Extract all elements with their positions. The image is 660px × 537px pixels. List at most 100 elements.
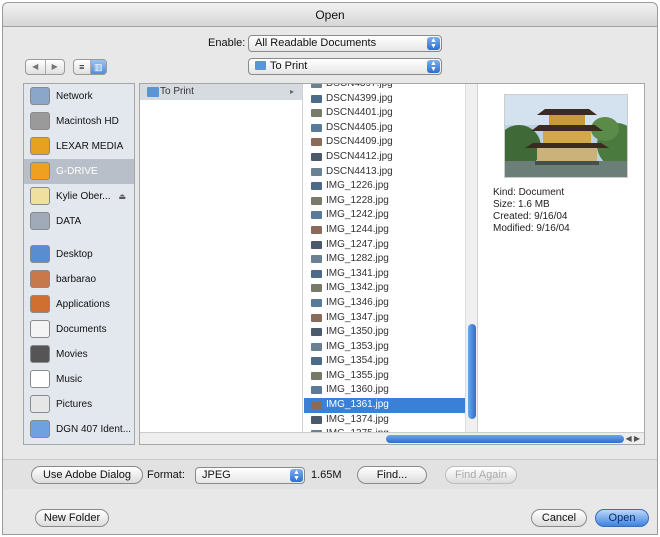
eject-icon[interactable]: ⏏ <box>118 184 126 209</box>
forward-button[interactable]: ▶ <box>44 60 65 74</box>
image-file-icon <box>311 138 322 147</box>
file-row[interactable]: IMG_1354.jpg <box>304 354 477 369</box>
file-name: IMG_1350.jpg <box>326 326 389 338</box>
popup-arrows-icon: ▲ ▼ <box>427 60 440 73</box>
image-file-icon <box>311 371 322 380</box>
vertical-scrollbar[interactable] <box>465 84 477 434</box>
file-name: IMG_1341.jpg <box>326 267 389 279</box>
image-file-icon <box>311 415 322 424</box>
format-select-value: JPEG <box>202 469 231 481</box>
format-label: Format: <box>147 469 185 481</box>
file-row[interactable]: IMG_1282.jpg <box>304 252 477 267</box>
scroll-arrows-icon[interactable]: ◀ ▶ <box>625 433 640 444</box>
pagoda-image <box>505 95 627 177</box>
file-row[interactable]: DSCN4405.jpg <box>304 121 477 136</box>
sidebar-item-pictures[interactable]: Pictures <box>24 392 134 417</box>
sidebar-item-data[interactable]: DATA <box>24 209 134 234</box>
open-dialog: Open Enable: All Readable Documents ▲ ▼ ◀… <box>2 2 658 535</box>
sidebar-item-documents[interactable]: Documents <box>24 317 134 342</box>
documents-icon <box>30 320 50 338</box>
find-again-button[interactable]: Find Again <box>445 466 517 484</box>
image-file-icon <box>311 196 322 205</box>
horizontal-scrollbar[interactable]: ◀ ▶ <box>140 432 644 444</box>
format-select[interactable]: JPEG ▲ ▼ <box>195 467 305 484</box>
sidebar-item-label: Desktop <box>56 249 93 260</box>
sidebar-item-network[interactable]: Network <box>24 84 134 109</box>
image-file-icon <box>311 94 322 103</box>
ipod-icon <box>30 187 50 205</box>
file-row[interactable]: IMG_1247.jpg <box>304 238 477 253</box>
cancel-button[interactable]: Cancel <box>531 509 587 527</box>
sidebar-item-label: LEXAR MEDIA <box>56 141 124 152</box>
file-row[interactable]: DSCN4399.jpg <box>304 92 477 107</box>
folder-row-label: To Print <box>160 86 194 97</box>
file-row[interactable]: DSCN4413.jpg <box>304 165 477 180</box>
scrollbar-thumb[interactable] <box>386 435 624 443</box>
sidebar-item-barbarao[interactable]: barbarao <box>24 267 134 292</box>
browser-column-1: To Print ▸ <box>140 84 303 434</box>
folder-row-to-print[interactable]: To Print ▸ <box>140 84 302 100</box>
use-adobe-dialog-button[interactable]: Use Adobe Dialog <box>31 466 143 484</box>
file-row[interactable]: IMG_1244.jpg <box>304 223 477 238</box>
file-name: DSCN4399.jpg <box>326 92 393 104</box>
image-file-icon <box>311 328 322 337</box>
drive-icon <box>30 162 50 180</box>
folder-icon <box>255 61 266 70</box>
list-view-button[interactable]: ≡ <box>74 60 90 74</box>
sidebar-item-dgn-407-ident[interactable]: DGN 407 Ident... <box>24 417 134 442</box>
file-row[interactable]: IMG_1350.jpg <box>304 325 477 340</box>
image-file-icon <box>311 240 322 249</box>
network-icon <box>30 87 50 105</box>
open-button[interactable]: Open <box>595 509 649 527</box>
sidebar-item-movies[interactable]: Movies <box>24 342 134 367</box>
file-row[interactable]: IMG_1346.jpg <box>304 296 477 311</box>
scrollbar-thumb[interactable] <box>468 324 476 419</box>
file-row[interactable]: IMG_1228.jpg <box>304 194 477 209</box>
sidebar-item-label: DATA <box>56 216 82 227</box>
enable-select[interactable]: All Readable Documents ▲ ▼ <box>248 35 442 52</box>
sidebar-item-macintosh-hd[interactable]: Macintosh HD <box>24 109 134 134</box>
image-file-icon <box>311 401 322 410</box>
file-row[interactable]: IMG_1342.jpg <box>304 281 477 296</box>
enable-label: Enable: <box>208 37 246 49</box>
sidebar-item-music[interactable]: Music <box>24 367 134 392</box>
movies-icon <box>30 345 50 363</box>
file-row[interactable]: IMG_1353.jpg <box>304 340 477 355</box>
sidebar-item-g-drive[interactable]: G-DRIVE <box>24 159 134 184</box>
file-name: IMG_1228.jpg <box>326 194 389 206</box>
sidebar-item-applications[interactable]: Applications <box>24 292 134 317</box>
column-view-button[interactable]: ▥ <box>89 60 106 74</box>
info-modified: Modified: 9/16/04 <box>493 223 570 234</box>
file-row[interactable]: DSCN4397.jpg <box>304 84 477 92</box>
sidebar-item-lexar-media[interactable]: LEXAR MEDIA <box>24 134 134 159</box>
file-row[interactable]: IMG_1242.jpg <box>304 208 477 223</box>
new-folder-button[interactable]: New Folder <box>35 509 109 527</box>
back-button[interactable]: ◀ <box>26 60 45 74</box>
music-icon <box>30 370 50 388</box>
file-row[interactable]: DSCN4412.jpg <box>304 150 477 165</box>
file-row[interactable]: DSCN4401.jpg <box>304 106 477 121</box>
file-info: Kind: Document Size: 1.6 MB Created: 9/1… <box>493 187 570 235</box>
file-row[interactable]: IMG_1341.jpg <box>304 267 477 282</box>
file-name: IMG_1347.jpg <box>326 311 389 323</box>
file-name: IMG_1342.jpg <box>326 282 389 294</box>
file-row[interactable]: IMG_1347.jpg <box>304 311 477 326</box>
sidebar-item-label: Movies <box>56 349 88 360</box>
file-row[interactable]: IMG_1374.jpg <box>304 413 477 428</box>
sidebar-item-label: barbarao <box>56 274 97 285</box>
file-row[interactable]: IMG_1355.jpg <box>304 369 477 384</box>
enable-row: Enable: All Readable Documents ▲ ▼ <box>3 35 657 53</box>
image-file-icon <box>311 284 322 293</box>
file-row[interactable]: DSCN4409.jpg <box>304 135 477 150</box>
file-row[interactable]: IMG_1226.jpg <box>304 179 477 194</box>
image-preview <box>504 94 628 178</box>
find-button[interactable]: Find... <box>357 466 427 484</box>
back-forward-buttons: ◀ ▶ <box>25 59 65 75</box>
sidebar-item-desktop[interactable]: Desktop <box>24 242 134 267</box>
file-row[interactable]: IMG_1360.jpg <box>304 383 477 398</box>
popup-arrows-icon: ▲ ▼ <box>427 37 440 50</box>
sidebar-item-kylie-ober[interactable]: Kylie Ober... ⏏ <box>24 184 134 209</box>
file-row[interactable]: IMG_1361.jpg <box>304 398 477 413</box>
location-select[interactable]: To Print ▲ ▼ <box>248 58 442 75</box>
home-icon <box>30 270 50 288</box>
